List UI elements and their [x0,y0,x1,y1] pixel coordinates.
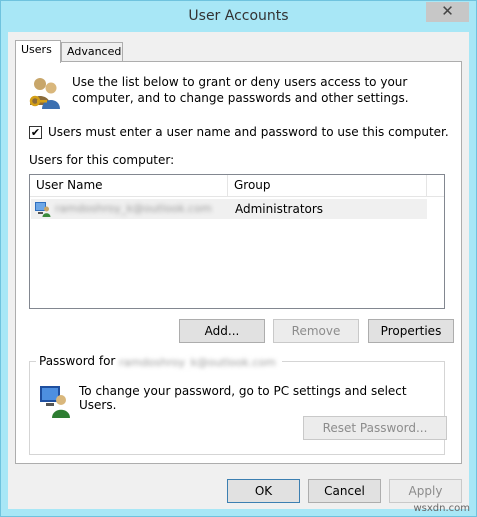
password-groupbox: Password for ramdoshroy_k@outlook.com To… [29,354,447,455]
column-header-user-name[interactable]: User Name [30,175,228,197]
dialog-body: Users Advanced Use the list below to gra… [8,32,469,509]
checkmark-icon: ✔ [30,126,41,139]
user-account-icon [35,202,51,217]
window-title: User Accounts [188,8,289,24]
password-user-icon [40,386,70,418]
password-user-name: ramdoshroy_k@outlook.com [119,355,276,368]
require-login-label[interactable]: Users must enter a user name and passwor… [48,125,449,139]
cancel-button[interactable]: Cancel [308,479,381,503]
close-button[interactable]: ✕ [426,2,469,22]
list-header: User Name Group [30,175,444,197]
users-tab-panel: Use the list below to grant or deny user… [15,61,462,464]
title-bar[interactable]: User Accounts ✕ [1,1,476,32]
watermark: wsxdn.com [413,503,470,514]
require-login-checkbox[interactable]: ✔ [29,126,42,139]
intro-text: Use the list below to grant or deny user… [72,75,409,105]
add-button[interactable]: Add... [179,319,265,343]
group-cell: Administrators [235,202,324,216]
ok-button[interactable]: OK [227,479,300,503]
users-keys-icon [29,78,60,109]
user-name-cell: ramdoshroy_k@outlook.com [55,202,212,215]
list-item[interactable]: ramdoshroy_k@outlook.com Administrators [31,199,427,219]
users-list[interactable]: User Name Group ramdoshroy_k@outlook.com… [29,174,445,309]
tab-users[interactable]: Users [15,40,61,63]
reset-password-button[interactable]: Reset Password... [303,416,447,440]
properties-button[interactable]: Properties [368,319,454,343]
remove-button[interactable]: Remove [273,319,359,343]
tab-advanced[interactable]: Advanced [61,42,123,62]
users-list-label: Users for this computer: [29,153,175,167]
password-info-text: To change your password, go to PC settin… [79,384,407,412]
password-group-legend: Password for ramdoshroy_k@outlook.com [36,354,283,368]
column-header-group[interactable]: Group [228,175,427,197]
apply-button[interactable]: Apply [389,479,462,503]
close-icon: ✕ [441,2,454,20]
password-for-label: Password for [39,354,116,368]
user-accounts-window: User Accounts ✕ Users Advanced Use the l… [0,0,477,517]
